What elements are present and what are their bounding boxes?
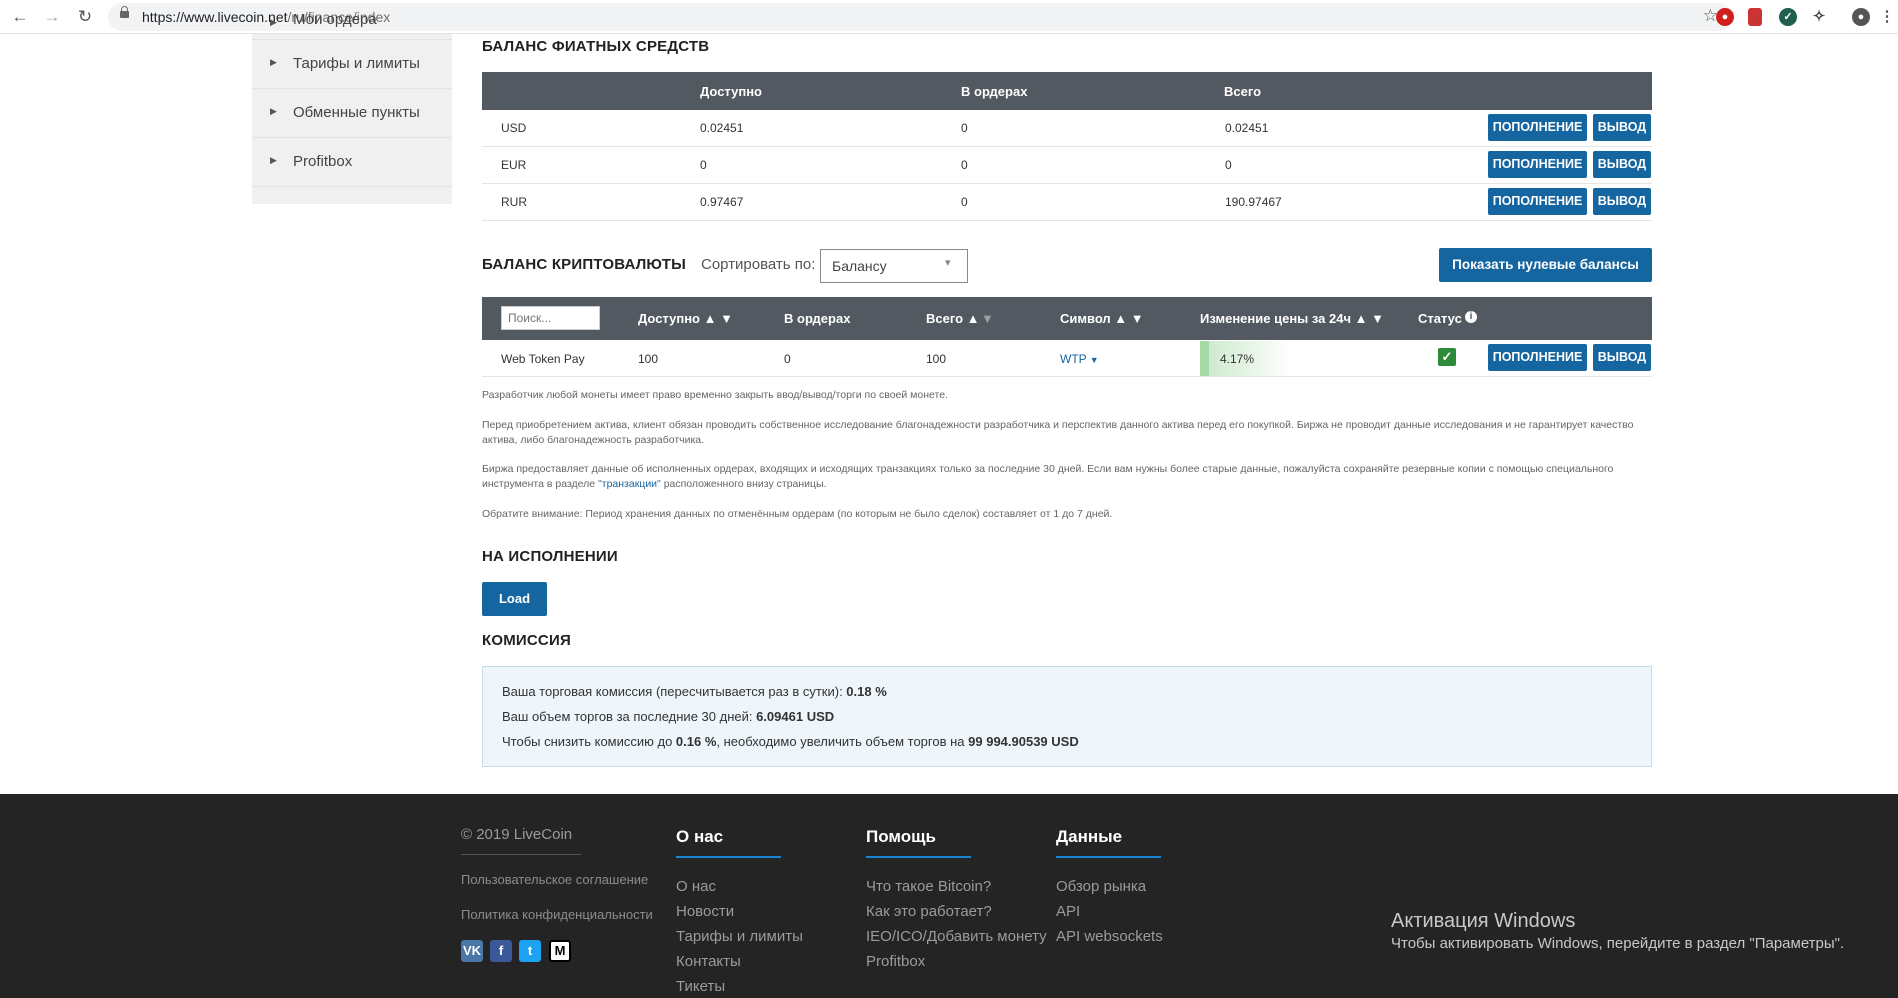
footer-link[interactable]: Profitbox [866,953,925,970]
windows-activation-title: Активация Windows [1391,910,1576,932]
sidebar-item-profitbox[interactable]: ▶ Profitbox [252,138,452,187]
divider [866,856,971,858]
vk-icon[interactable]: VK [461,940,483,962]
caret-right-icon: ▶ [270,106,277,116]
withdraw-button[interactable]: ВЫВОД [1593,344,1651,371]
deposit-button[interactable]: ПОПОЛНЕНИЕ [1488,151,1587,178]
footer-link[interactable]: API websockets [1056,928,1163,945]
facebook-icon[interactable]: f [490,940,512,962]
executing-title: НА ИСПОЛНЕНИИ [482,548,618,565]
status-ok-icon: ✓ [1438,348,1456,366]
footer-link[interactable]: О нас [676,878,716,895]
sort-symbol-header[interactable]: Символ ▲ ▼ [1060,311,1144,326]
footer-link[interactable]: Контакты [676,953,741,970]
footer-link[interactable]: API [1056,903,1080,920]
reload-icon[interactable]: ↻ [73,5,97,29]
sidebar-item-tariffs[interactable]: ▶ Тарифы и лимиты [252,40,452,89]
forward-icon[interactable]: → [40,5,64,29]
trade-volume: Ваш объем торгов за последние 30 дней: 6… [502,709,835,724]
deposit-button[interactable]: ПОПОЛНЕНИЕ [1488,344,1587,371]
windows-activation-text: Чтобы активировать Windows, перейдите в … [1391,935,1845,952]
commission-rate: Ваша торговая комиссия (пересчитывается … [502,684,887,699]
fiat-balance-title: БАЛАНС ФИАТНЫХ СРЕДСТВ [482,38,710,55]
footer-link[interactable]: IEO/ICO/Добавить монету [866,928,1047,945]
sort-label: Сортировать по: [701,256,816,273]
footer-link[interactable]: Тикеты [676,978,725,995]
adblock-extension-icon[interactable]: ● [1716,8,1734,26]
lock-icon [120,6,129,18]
menu-icon[interactable]: ⋮ [1878,8,1896,26]
privacy-policy-link[interactable]: Политика конфиденциальности [461,907,653,922]
crypto-balance-title: БАЛАНС КРИПТОВАЛЮТЫ [482,256,686,273]
back-icon[interactable]: ← [8,5,32,29]
footer-col-title: О нас [676,827,724,846]
extension-badge-icon[interactable] [1748,8,1762,26]
commission-title: КОМИССИЯ [482,632,571,649]
footer-link[interactable]: Новости [676,903,734,920]
sidebar-item-my-orders[interactable]: ▶ Мои ордера [252,0,452,40]
user-agreement-link[interactable]: Пользовательское соглашение [461,872,648,887]
deposit-button[interactable]: ПОПОЛНЕНИЕ [1488,114,1587,141]
commission-panel: Ваша торговая комиссия (пересчитывается … [482,666,1652,767]
commission-reduction: Чтобы снизить комиссию до 0.16 %, необхо… [502,734,1079,749]
row-divider [482,376,1652,377]
search-input[interactable] [501,306,600,330]
note-text: Перед приобретением актива, клиент обяза… [482,419,1634,446]
fiat-table-header: Доступно В ордерах Всего [482,72,1652,110]
sort-available-header[interactable]: Доступно ▲ ▼ [638,311,733,326]
row-divider [482,183,1652,184]
withdraw-button[interactable]: ВЫВОД [1593,188,1651,215]
caret-right-icon: ▶ [270,57,277,67]
crypto-table-header: Доступно ▲ ▼ В ордерах Всего ▲ ▼ Символ … [482,297,1652,340]
sort-change-header[interactable]: Изменение цены за 24ч ▲ ▼ [1200,311,1384,326]
sparkle-extension-icon[interactable]: ✧ [1810,8,1828,26]
footer: © 2019 LiveCoin Пользовательское соглаше… [0,794,1898,998]
footer-link[interactable]: Что такое Bitcoin? [866,878,991,895]
divider [461,854,581,855]
profile-icon[interactable]: ● [1852,8,1870,26]
medium-icon[interactable]: M [549,940,571,962]
caret-right-icon: ▶ [270,155,277,165]
row-divider [482,220,1652,221]
divider [1056,856,1161,858]
load-button[interactable]: Load [482,582,547,616]
chevron-down-icon: ▾ [945,257,951,269]
transactions-link[interactable]: транзакции [602,478,657,490]
withdraw-button[interactable]: ВЫВОД [1593,151,1651,178]
deposit-button[interactable]: ПОПОЛНЕНИЕ [1488,188,1587,215]
footer-link[interactable]: Как это работает? [866,903,992,920]
info-icon[interactable]: i [1465,311,1477,323]
account-sidebar: ▶ Мои ордера ▶ Тарифы и лимиты ▶ Обменны… [252,11,452,204]
divider [676,856,781,858]
footer-link[interactable]: Обзор рынка [1056,878,1146,895]
show-zero-balances-button[interactable]: Показать нулевые балансы [1439,248,1652,282]
row-divider [482,146,1652,147]
symbol-link[interactable]: WTP ▼ [1060,352,1099,366]
note-text: Биржа предоставляет данные об исполненны… [482,463,1614,490]
withdraw-button[interactable]: ВЫВОД [1593,114,1651,141]
sort-total-header[interactable]: Всего ▲ [926,311,980,326]
sort-select[interactable]: Балансу ▾ [820,249,968,283]
note-text: Разработчик любой монеты имеет право вре… [482,389,948,401]
footer-col-title: Данные [1056,827,1123,846]
change-bar [1200,341,1209,376]
footer-col-title: Помощь [866,827,936,846]
check-extension-icon[interactable]: ✓ [1779,8,1797,26]
note-text: Обратите внимание: Период хранения данны… [482,508,1113,520]
copyright: © 2019 LiveCoin [461,826,573,843]
sidebar-item-exchange-points[interactable]: ▶ Обменные пункты [252,89,452,138]
twitter-icon[interactable]: t [519,940,541,962]
caret-down-icon: ▼ [1089,355,1099,365]
footer-link[interactable]: Тарифы и лимиты [676,928,803,945]
sort-down-icon[interactable]: ▼ [981,311,994,326]
